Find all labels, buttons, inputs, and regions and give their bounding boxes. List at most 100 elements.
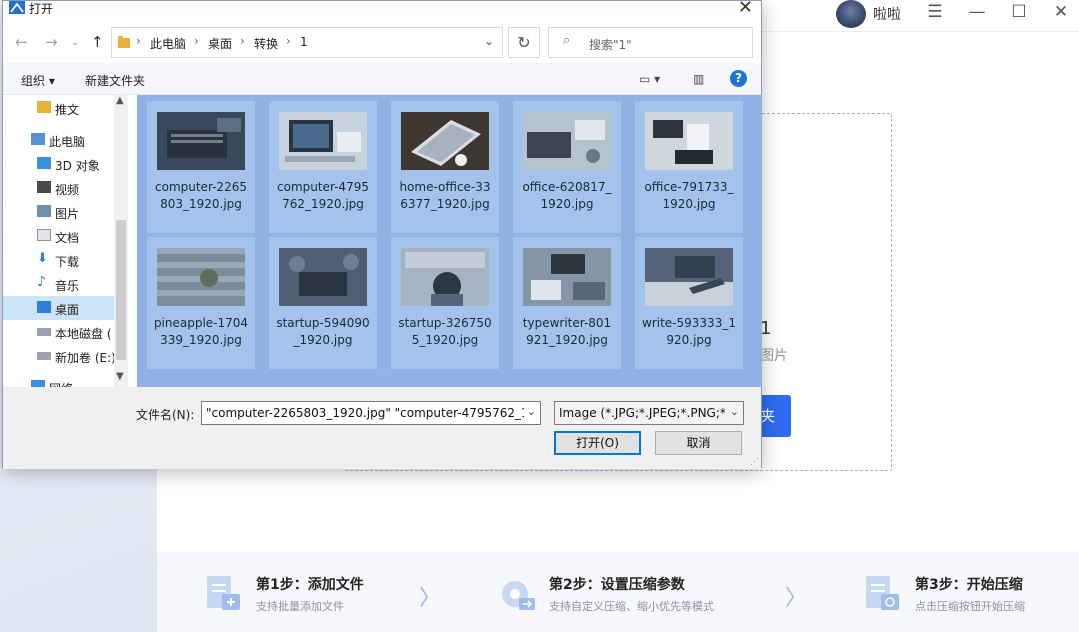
nav-item-tuiwen[interactable]: 推文 — [3, 96, 115, 120]
file-item[interactable]: home-office-33 6377_1920.jpg — [391, 101, 499, 233]
file-name[interactable]: pineapple-1704 339_1920.jpg — [147, 315, 255, 349]
view-options-icon[interactable]: ▭ ▾ — [639, 72, 660, 86]
nav-item-downloads[interactable]: ⬇ 下载 — [3, 248, 115, 272]
nav-item-videos[interactable]: 视频 — [3, 176, 115, 200]
file-item[interactable]: computer-4795 762_1920.jpg — [269, 101, 377, 233]
filename-label: 文件名(N): — [136, 408, 195, 422]
image-thumbnail — [645, 248, 733, 306]
nav-item-documents[interactable]: 文档 — [3, 224, 115, 248]
forward-arrow-icon[interactable]: → — [45, 33, 58, 51]
file-item[interactable]: pineapple-1704 339_1920.jpg — [147, 237, 255, 369]
file-item[interactable]: computer-2265 803_1920.jpg — [147, 101, 255, 233]
file-name-line: 1920.jpg — [540, 197, 594, 211]
file-item[interactable]: office-620817_ 1920.jpg — [513, 101, 621, 233]
menu-icon[interactable]: ☰ — [924, 2, 946, 22]
search-box[interactable]: ⌕ 搜索"1" — [548, 27, 753, 58]
file-name[interactable]: office-791733_ 1920.jpg — [635, 179, 743, 213]
file-item[interactable]: startup-594090 _1920.jpg — [269, 237, 377, 369]
nav-item-new-volume[interactable]: 新加卷 (E:) — [3, 344, 116, 368]
file-name[interactable]: startup-326750 5_1920.jpg — [391, 315, 499, 349]
command-bar: 组织 ▾ 新建文件夹 ▭ ▾ ▥ ? — [3, 63, 761, 95]
breadcrumb-item[interactable]: 桌面 — [208, 35, 232, 52]
chevron-right-icon: › — [286, 34, 291, 48]
open-file-dialog: 打开 ✕ ← → ⌄ ↑ › 此电脑 › 桌面 › 转换 › 1 ⌄ ↻ ⌕ 搜… — [2, 0, 762, 469]
filetype-select[interactable]: Image (*.JPG;*.JPEG;*.PNG;*.E ⌄ — [554, 401, 744, 425]
file-item[interactable]: typewriter-801 921_1920.jpg — [513, 237, 621, 369]
file-item[interactable]: office-791733_ 1920.jpg — [635, 101, 743, 233]
filename-input[interactable]: "computer-2265803_1920.jpg" "computer-47… — [201, 401, 541, 425]
refresh-icon[interactable]: ↻ — [508, 27, 540, 58]
close-icon[interactable]: ✕ — [1050, 2, 1072, 22]
file-name-line: computer-4795 — [277, 180, 369, 194]
minimize-icon[interactable]: — — [966, 2, 988, 22]
nav-item-music[interactable]: ♪ 音乐 — [3, 272, 115, 296]
nav-item-network[interactable]: 网络 — [3, 375, 115, 387]
step-1-subtitle: 支持批量添加文件 — [256, 600, 344, 613]
nav-item-pictures[interactable]: 图片 — [3, 200, 115, 224]
nav-item-label: 此电脑 — [49, 135, 86, 149]
search-input[interactable]: 搜索"1" — [589, 36, 632, 53]
folder-icon — [118, 36, 130, 48]
breadcrumb-item[interactable]: 转换 — [254, 35, 278, 52]
file-item[interactable]: write-593333_1 920.jpg — [635, 237, 743, 369]
cancel-button[interactable]: 取消 — [655, 431, 742, 455]
open-button[interactable]: 打开(O) — [554, 431, 641, 455]
address-bar[interactable]: › 此电脑 › 桌面 › 转换 › 1 ⌄ — [111, 27, 503, 58]
file-name-line: 921_1920.jpg — [526, 333, 608, 347]
folder-icon — [37, 101, 51, 113]
scroll-up-icon[interactable]: ▲ — [116, 95, 124, 106]
file-name[interactable]: startup-594090 _1920.jpg — [269, 315, 377, 349]
nav-item-3d-objects[interactable]: 3D 对象 — [3, 152, 115, 176]
nav-scrollbar[interactable]: ▲ ▼ — [114, 95, 128, 387]
image-thumbnail — [523, 248, 611, 306]
nav-item-label: 下载 — [55, 255, 80, 269]
app-logo-icon — [9, 1, 25, 14]
up-arrow-icon[interactable]: ↑ — [91, 33, 104, 51]
file-name[interactable]: computer-4795 762_1920.jpg — [269, 179, 377, 213]
chevron-right-icon: 〉 — [419, 586, 442, 611]
maximize-icon[interactable]: ☐ — [1008, 2, 1030, 22]
scrollbar-thumb[interactable] — [116, 220, 126, 360]
nav-item-local-disk[interactable]: 本地磁盘 ( — [3, 320, 115, 344]
recent-chevron-icon[interactable]: ⌄ — [71, 37, 79, 48]
dialog-titlebar[interactable]: 打开 ✕ — [3, 0, 761, 18]
file-list[interactable]: computer-2265 803_1920.jpg computer-4795… — [137, 95, 762, 387]
nav-item-label: 图片 — [55, 207, 80, 221]
file-name[interactable]: home-office-33 6377_1920.jpg — [391, 179, 499, 213]
nav-item-this-pc[interactable]: 此电脑 — [3, 128, 115, 152]
chevron-right-icon: 〉 — [785, 586, 808, 611]
organize-menu[interactable]: 组织 ▾ — [21, 72, 55, 89]
file-name[interactable]: computer-2265 803_1920.jpg — [147, 179, 255, 213]
chevron-down-icon[interactable]: ⌄ — [484, 34, 494, 48]
breadcrumb-item[interactable]: 1 — [300, 35, 308, 49]
back-arrow-icon[interactable]: ← — [15, 33, 28, 51]
start-compress-icon — [866, 576, 899, 610]
username[interactable]: 啦啦 — [873, 4, 901, 24]
file-name[interactable]: typewriter-801 921_1920.jpg — [513, 315, 621, 349]
nav-item-label: 网络 — [49, 380, 73, 387]
file-name-line: computer-2265 — [155, 180, 247, 194]
network-icon — [31, 380, 45, 387]
file-name[interactable]: office-620817_ 1920.jpg — [513, 179, 621, 213]
image-thumbnail — [645, 112, 733, 170]
preview-pane-icon[interactable]: ▥ — [693, 72, 704, 86]
drive-icon — [37, 352, 51, 360]
user-avatar[interactable] — [836, 0, 866, 28]
desktop-icon — [37, 301, 51, 313]
steps-bar: 第1步：添加文件 支持批量添加文件 〉 第2步：设置压缩参数 支持自定义压缩、缩… — [157, 552, 1079, 632]
file-item[interactable]: startup-326750 5_1920.jpg — [391, 237, 499, 369]
chevron-down-icon[interactable]: ⌄ — [527, 405, 536, 418]
file-name-line: 5_1920.jpg — [411, 333, 479, 347]
file-name[interactable]: write-593333_1 920.jpg — [635, 315, 743, 349]
chevron-down-icon[interactable]: ⌄ — [730, 405, 739, 418]
new-folder-button[interactable]: 新建文件夹 — [85, 72, 145, 89]
resize-grip-icon[interactable]: ⋰ — [750, 457, 759, 467]
filename-value[interactable]: "computer-2265803_1920.jpg" "computer-47… — [206, 406, 524, 420]
breadcrumb-item[interactable]: 此电脑 — [150, 35, 186, 52]
nav-item-label: 视频 — [55, 183, 80, 197]
help-icon[interactable]: ? — [730, 70, 747, 87]
nav-item-desktop[interactable]: 桌面 — [3, 296, 115, 320]
nav-item-label: 文档 — [55, 231, 80, 245]
dialog-close-icon[interactable]: ✕ — [738, 0, 753, 18]
scroll-down-icon[interactable]: ▼ — [116, 371, 124, 382]
